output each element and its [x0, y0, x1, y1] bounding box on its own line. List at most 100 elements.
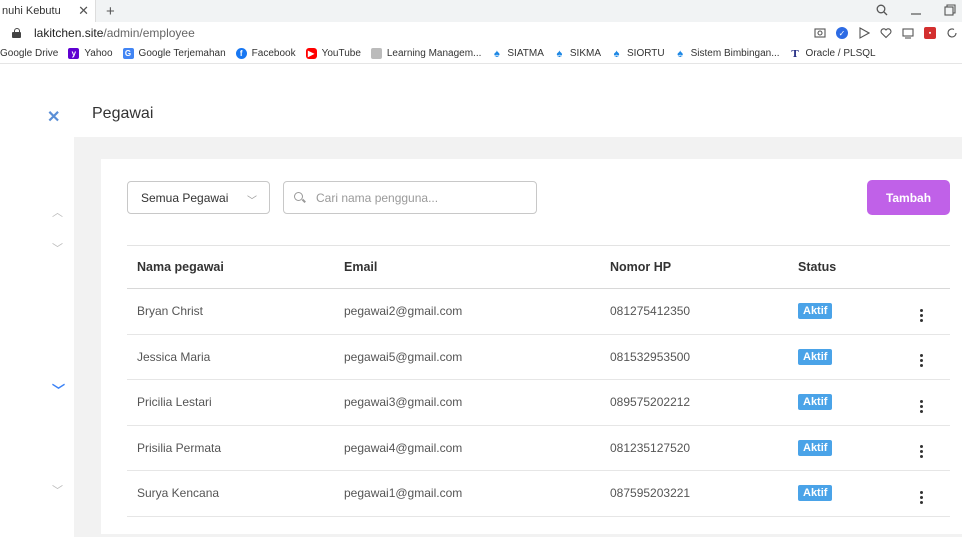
cell-status: Aktif: [788, 288, 888, 335]
lms-icon: [370, 48, 382, 59]
add-employee-button[interactable]: Tambah: [867, 180, 950, 215]
column-header-email: Email: [334, 245, 600, 289]
search-input[interactable]: [316, 190, 516, 205]
yahoo-icon: y: [68, 48, 80, 59]
bookmark-siatma[interactable]: ♠ SIATMA: [491, 47, 544, 60]
more-options-icon[interactable]: [920, 490, 923, 504]
uni-icon: ♠: [613, 47, 620, 60]
more-options-icon[interactable]: [920, 445, 923, 459]
search-tabs-icon[interactable]: [876, 4, 888, 19]
url-path: /admin/employee: [103, 26, 195, 40]
tab-close-icon[interactable]: ✕: [72, 3, 95, 19]
chevron-down-active-icon[interactable]: ﹀: [52, 380, 65, 399]
tab-title: nuhi Kebutu: [2, 5, 61, 17]
filter-value: Semua Pegawai: [141, 190, 229, 205]
browser-tab[interactable]: nuhi Kebutu ✕: [0, 0, 96, 22]
screenshot-icon[interactable]: [814, 27, 826, 39]
address-bar-icons: ✓ ▪: [814, 22, 962, 44]
cell-actions: [888, 425, 950, 471]
status-badge: Aktif: [798, 394, 833, 411]
more-options-icon[interactable]: [920, 354, 923, 368]
bookmark-sistem-bimbingan[interactable]: ♠ Sistem Bimbingan...: [675, 47, 780, 60]
status-badge: Aktif: [798, 348, 833, 365]
sidebar: ︿ ﹀ ﹀ ﹀: [0, 137, 74, 537]
facebook-icon: f: [235, 48, 247, 59]
translate-icon: G: [122, 48, 134, 59]
cell-status: Aktif: [788, 425, 888, 471]
bookmark-learning-management[interactable]: Learning Managem...: [370, 48, 482, 59]
youtube-icon: ▶: [305, 48, 317, 59]
cell-status: Aktif: [788, 470, 888, 517]
bookmarks-bar: Google Drive y Yahoo G Google Terjemahan f…: [0, 44, 962, 64]
column-header-status: Status: [788, 245, 888, 289]
cell-status: Aktif: [788, 334, 888, 380]
more-options-icon[interactable]: [920, 308, 923, 322]
window-controls: [876, 0, 962, 22]
column-header-name: Nama pegawai: [127, 245, 334, 289]
minimize-icon[interactable]: [910, 4, 922, 19]
bookmark-label: YouTube: [321, 48, 361, 59]
bookmark-label: Google Terjemahan: [138, 48, 226, 59]
employee-table: Nama pegawai Email Nomor HP Status Bryan…: [127, 245, 950, 517]
table-row: Prisilia Permata pegawai4@gmail.com 0812…: [127, 425, 950, 471]
bookmark-label: SIKMA: [569, 48, 601, 59]
bookmark-siortu[interactable]: ♠ SIORTU: [611, 47, 665, 60]
search-icon: [294, 191, 306, 204]
close-icon[interactable]: ✕: [47, 107, 60, 127]
bookmark-label: Yahoo: [84, 48, 113, 59]
cell-name: Prisilia Permata: [127, 425, 334, 471]
send-icon[interactable]: [858, 27, 870, 39]
bookmark-facebook[interactable]: f Facebook: [235, 48, 296, 59]
bookmark-label: SIORTU: [627, 48, 665, 59]
bookmark-sikma[interactable]: ♠ SIKMA: [554, 48, 601, 60]
cell-phone: 081275412350: [600, 288, 788, 335]
bookmark-youtube[interactable]: ▶ YouTube: [305, 48, 361, 59]
employee-filter-select[interactable]: Semua Pegawai ﹀: [127, 181, 270, 214]
cell-name: Jessica Maria: [127, 334, 334, 380]
cell-email: pegawai4@gmail.com: [334, 425, 600, 471]
address-bar[interactable]: lakitchen.site/admin/employee ✓ ▪: [0, 22, 962, 44]
restore-icon[interactable]: [944, 3, 956, 19]
url-domain: lakitchen.site: [34, 26, 104, 40]
cell-email: pegawai2@gmail.com: [334, 288, 600, 335]
bookmark-label: Google Drive: [0, 48, 59, 59]
uni-icon: ♠: [493, 47, 500, 60]
url-text[interactable]: lakitchen.site/admin/employee: [34, 26, 195, 40]
column-header-phone: Nomor HP: [600, 245, 788, 289]
column-header-actions: [888, 245, 950, 289]
bookmark-label: Learning Managem...: [386, 48, 482, 59]
cell-email: pegawai3@gmail.com: [334, 379, 600, 426]
cell-actions: [888, 379, 950, 426]
heart-icon[interactable]: [880, 27, 892, 39]
new-tab-button[interactable]: +: [96, 3, 125, 20]
cell-status: Aktif: [788, 379, 888, 426]
bookmark-google-drive[interactable]: Google Drive: [0, 48, 58, 59]
uni-icon: ♠: [677, 47, 684, 60]
search-box[interactable]: [283, 181, 537, 214]
cast-icon[interactable]: [902, 27, 914, 39]
chevron-down-icon[interactable]: ﹀: [52, 482, 63, 498]
oracle-icon: T: [791, 47, 799, 60]
more-options-icon[interactable]: [920, 399, 923, 413]
chevron-down-icon[interactable]: ﹀: [52, 240, 63, 256]
cell-phone: 081235127520: [600, 425, 788, 471]
cell-email: pegawai1@gmail.com: [334, 470, 600, 517]
cell-actions: [888, 470, 950, 517]
vpn-shield-icon[interactable]: ✓: [836, 27, 848, 39]
cell-actions: [888, 288, 950, 335]
cell-email: pegawai5@gmail.com: [334, 334, 600, 380]
extension-icon[interactable]: ▪: [924, 27, 936, 39]
table-row: Pricilia Lestari pegawai3@gmail.com 0895…: [127, 379, 950, 426]
bookmark-label: Sistem Bimbingan...: [690, 48, 780, 59]
bookmark-google-terjemahan[interactable]: G Google Terjemahan: [122, 48, 226, 59]
page-title: Pegawai: [92, 105, 154, 122]
cell-phone: 081532953500: [600, 334, 788, 380]
refresh-icon[interactable]: [946, 27, 958, 39]
chevron-up-icon[interactable]: ︿: [52, 204, 63, 220]
cell-phone: 087595203221: [600, 470, 788, 517]
bookmark-yahoo[interactable]: y Yahoo: [68, 48, 113, 59]
table-row: Jessica Maria pegawai5@gmail.com 0815329…: [127, 334, 950, 380]
cell-actions: [888, 334, 950, 380]
status-badge: Aktif: [798, 485, 833, 502]
bookmark-oracle-plsql[interactable]: T Oracle / PLSQL: [790, 47, 875, 60]
